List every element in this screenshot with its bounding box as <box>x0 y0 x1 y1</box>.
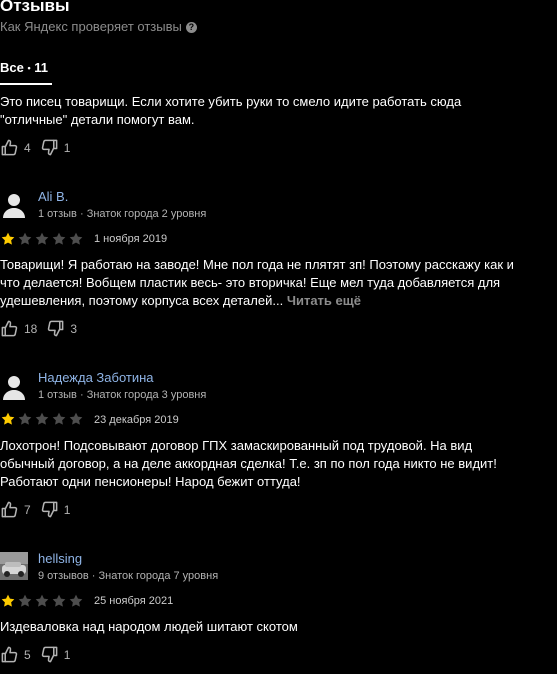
review-votes: 7 1 <box>0 500 79 519</box>
star-filled-icon <box>0 231 16 247</box>
review-author[interactable]: Надежда Заботина <box>38 370 154 386</box>
dislike-button[interactable]: 1 <box>40 138 71 157</box>
star-empty-icon <box>17 593 33 609</box>
dislike-button[interactable]: 3 <box>46 319 77 338</box>
review-count: 1 отзыв <box>38 208 77 220</box>
thumbs-up-icon <box>0 500 19 519</box>
star-empty-icon <box>68 231 84 247</box>
star-empty-icon <box>34 593 50 609</box>
thumbs-up-icon <box>0 645 19 664</box>
expert-level: Знаток города 2 уровня <box>86 208 207 220</box>
like-count: 4 <box>24 140 31 155</box>
tab-all-label: Все <box>0 60 24 75</box>
star-filled-icon <box>0 593 16 609</box>
meta-separator: · <box>79 208 84 220</box>
review-votes: 18 3 <box>0 319 86 338</box>
help-icon[interactable]: ? <box>185 21 197 33</box>
review-verification-text: Как Яндекс проверяет отзывы <box>0 19 182 34</box>
review-votes: 4 1 <box>0 138 79 157</box>
like-count: 5 <box>24 647 31 662</box>
star-empty-icon <box>51 593 67 609</box>
like-count: 7 <box>24 502 31 517</box>
page-title: Отзывы <box>0 0 70 15</box>
star-empty-icon <box>34 231 50 247</box>
dislike-count: 1 <box>63 647 71 662</box>
star-empty-icon <box>51 411 67 427</box>
rating-stars <box>0 231 84 247</box>
review-author[interactable]: hellsing <box>38 551 82 567</box>
star-empty-icon <box>68 593 84 609</box>
thumbs-up-icon <box>0 138 19 157</box>
review-date: 23 декабря 2019 <box>94 414 179 426</box>
review-author-meta: 1 отзыв · Знаток города 3 уровня <box>38 388 206 402</box>
avatar[interactable] <box>0 372 28 400</box>
avatar[interactable] <box>0 552 28 580</box>
thumbs-down-icon <box>40 138 59 157</box>
dislike-count: 3 <box>70 321 78 336</box>
tab-all[interactable]: Все • 11 <box>0 60 48 76</box>
like-button[interactable]: 7 <box>0 500 31 519</box>
star-empty-icon <box>68 411 84 427</box>
dislike-button[interactable]: 1 <box>40 645 71 664</box>
review-author[interactable]: Ali B. <box>38 189 68 205</box>
meta-separator: · <box>79 389 84 401</box>
thumbs-down-icon <box>46 319 65 338</box>
like-count: 18 <box>24 321 38 336</box>
review-text: Товарищи! Я работаю на заводе! Мне пол г… <box>0 256 520 310</box>
thumbs-down-icon <box>40 645 59 664</box>
review-count: 9 отзывов <box>38 570 89 582</box>
tab-all-count: 11 <box>34 60 49 75</box>
star-filled-icon <box>0 411 16 427</box>
like-button[interactable]: 18 <box>0 319 37 338</box>
expert-level: Знаток города 7 уровня <box>98 570 219 582</box>
review-text: Лохотрон! Подсовывают договор ГПХ замаск… <box>0 438 497 489</box>
thumbs-down-icon <box>40 500 59 519</box>
expert-level: Знаток города 3 уровня <box>86 389 207 401</box>
read-more-link[interactable]: Читать ещё <box>287 293 361 308</box>
review-text: Издеваловка над народом людей шитают ско… <box>0 619 298 634</box>
review-date: 1 ноября 2019 <box>94 233 168 245</box>
review-verification-link[interactable]: Как Яндекс проверяет отзывы ? <box>0 19 197 35</box>
dislike-count: 1 <box>63 502 71 517</box>
tab-active-indicator <box>0 83 52 85</box>
dislike-count: 1 <box>63 140 71 155</box>
review-author-meta: 1 отзыв · Знаток города 2 уровня <box>38 207 206 221</box>
review-text: Это писец товарищи. Если хотите убить ру… <box>0 94 462 127</box>
star-empty-icon <box>51 231 67 247</box>
tab-separator: • <box>27 63 31 73</box>
thumbs-up-icon <box>0 319 19 338</box>
review-author-meta: 9 отзывов · Знаток города 7 уровня <box>38 569 218 583</box>
review-count: 1 отзыв <box>38 389 77 401</box>
avatar[interactable] <box>0 190 28 218</box>
rating-stars <box>0 411 84 427</box>
dislike-button[interactable]: 1 <box>40 500 71 519</box>
review-date: 25 ноября 2021 <box>94 595 174 607</box>
meta-separator: · <box>91 570 96 582</box>
star-empty-icon <box>34 411 50 427</box>
rating-stars <box>0 593 84 609</box>
review-text-body: Товарищи! Я работаю на заводе! Мне пол г… <box>0 257 514 308</box>
star-empty-icon <box>17 411 33 427</box>
star-empty-icon <box>17 231 33 247</box>
like-button[interactable]: 5 <box>0 645 31 664</box>
review-votes: 5 1 <box>0 645 79 664</box>
like-button[interactable]: 4 <box>0 138 31 157</box>
